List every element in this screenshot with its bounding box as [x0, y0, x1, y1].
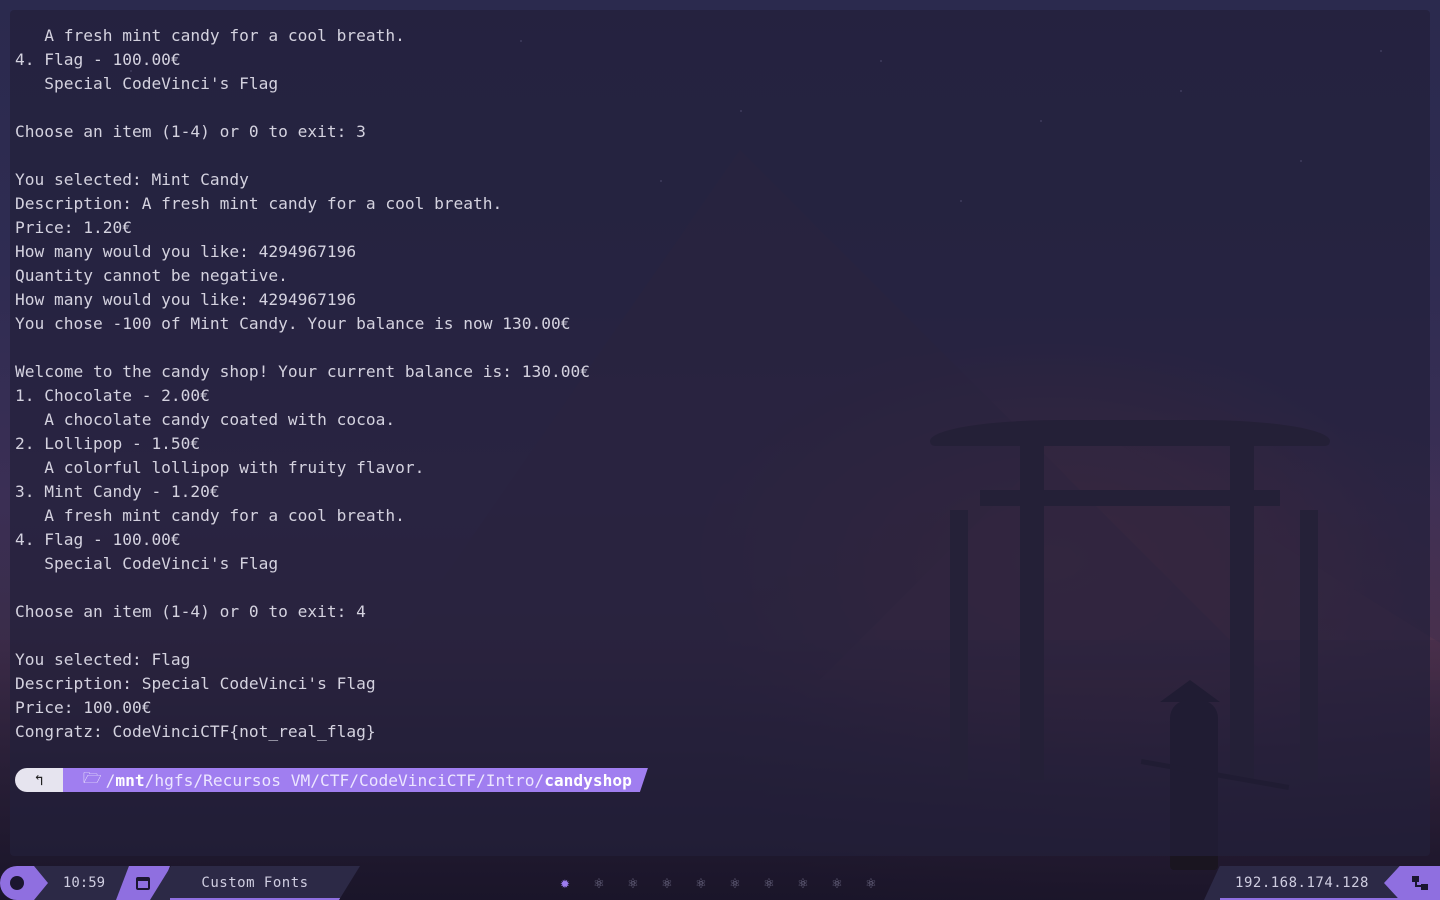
terminal-line: 2. Lollipop - 1.50€ [15, 434, 201, 453]
workspace-5-icon[interactable]: ⚛ [692, 874, 710, 892]
status-bar: 10:59 Custom Fonts ✹ ⚛ ⚛ ⚛ ⚛ ⚛ ⚛ ⚛ ⚛ ⚛ 192.168.17… [0, 866, 1440, 900]
terminal-line: Special CodeVinci's Flag [15, 554, 279, 573]
desktop-wallpaper: A fresh mint candy for a cool breath. 4. … [0, 0, 1440, 900]
ip-address: 192.168.174.128 [1204, 866, 1400, 900]
terminal-line: Description: Special CodeVinci's Flag [15, 674, 376, 693]
terminal-line: Description: A fresh mint candy for a co… [15, 194, 503, 213]
terminal-line: You chose -100 of Mint Candy. Your balan… [15, 314, 571, 333]
terminal-line: You selected: Mint Candy [15, 170, 249, 189]
workspace-6-icon[interactable]: ⚛ [726, 874, 744, 892]
terminal-line: A colorful lollipop with fruity flavor. [15, 458, 425, 477]
terminal-line: 4. Flag - 100.00€ [15, 530, 181, 549]
terminal-output: A fresh mint candy for a cool breath. 4. … [15, 24, 590, 744]
terminal-line: Quantity cannot be negative. [15, 266, 288, 285]
terminal-line: Choose an item (1-4) or 0 to exit: 3 [15, 122, 366, 141]
workspace-2-icon[interactable]: ⚛ [590, 874, 608, 892]
terminal-line: 4. Flag - 100.00€ [15, 50, 181, 69]
terminal-line: Welcome to the candy shop! Your current … [15, 362, 590, 381]
custom-fonts-label[interactable]: Custom Fonts [150, 866, 360, 900]
prompt-path-segment: / [105, 770, 116, 790]
terminal-line: Special CodeVinci's Flag [15, 74, 279, 93]
prompt-path-segment: candyshop [544, 770, 632, 790]
terminal-line: Choose an item (1-4) or 0 to exit: 4 [15, 602, 366, 621]
terminal-line: A chocolate candy coated with cocoa. [15, 410, 396, 429]
workspace-1-icon[interactable]: ✹ [556, 874, 574, 892]
terminal-line: A fresh mint candy for a cool breath. [15, 26, 405, 45]
debian-swirl-icon: ↰ [15, 768, 75, 792]
terminal-line: 1. Chocolate - 2.00€ [15, 386, 210, 405]
terminal-line: Price: 1.20€ [15, 218, 132, 237]
workspace-10-icon[interactable]: ⚛ [862, 874, 880, 892]
terminal-line: Congratz: CodeVinciCTF{not_real_flag} [15, 722, 376, 741]
workspace-4-icon[interactable]: ⚛ [658, 874, 676, 892]
prompt-path: 🗁 /mnt/hgfs/Recursos VM/CTF/CodeVinciCTF… [63, 768, 648, 792]
workspace-switcher: ✹ ⚛ ⚛ ⚛ ⚛ ⚛ ⚛ ⚛ ⚛ ⚛ [556, 866, 880, 900]
workspace-3-icon[interactable]: ⚛ [624, 874, 642, 892]
terminal-line: How many would you like: 4294967196 [15, 290, 357, 309]
prompt-path-segment: /hgfs/Recursos VM/CTF/CodeVinciCTF/Intro… [144, 770, 545, 790]
terminal-line: A fresh mint candy for a cool breath. [15, 506, 405, 525]
workspace-7-icon[interactable]: ⚛ [760, 874, 778, 892]
prompt-path-text: /mnt/hgfs/Recursos VM/CTF/CodeVinciCTF/I… [106, 771, 632, 790]
shell-prompt: ↰ 🗁 /mnt/hgfs/Recursos VM/CTF/CodeVinciC… [15, 768, 648, 792]
workspace-9-icon[interactable]: ⚛ [828, 874, 846, 892]
folder-open-icon: 🗁 [83, 768, 102, 787]
terminal-line: You selected: Flag [15, 650, 191, 669]
terminal-line: How many would you like: 4294967196 [15, 242, 357, 261]
terminal-window[interactable]: A fresh mint candy for a cool breath. 4. … [10, 10, 1430, 856]
workspace-8-icon[interactable]: ⚛ [794, 874, 812, 892]
prompt-path-segment: mnt [115, 770, 145, 790]
terminal-line: Price: 100.00€ [15, 698, 152, 717]
terminal-line: 3. Mint Candy - 1.20€ [15, 482, 220, 501]
